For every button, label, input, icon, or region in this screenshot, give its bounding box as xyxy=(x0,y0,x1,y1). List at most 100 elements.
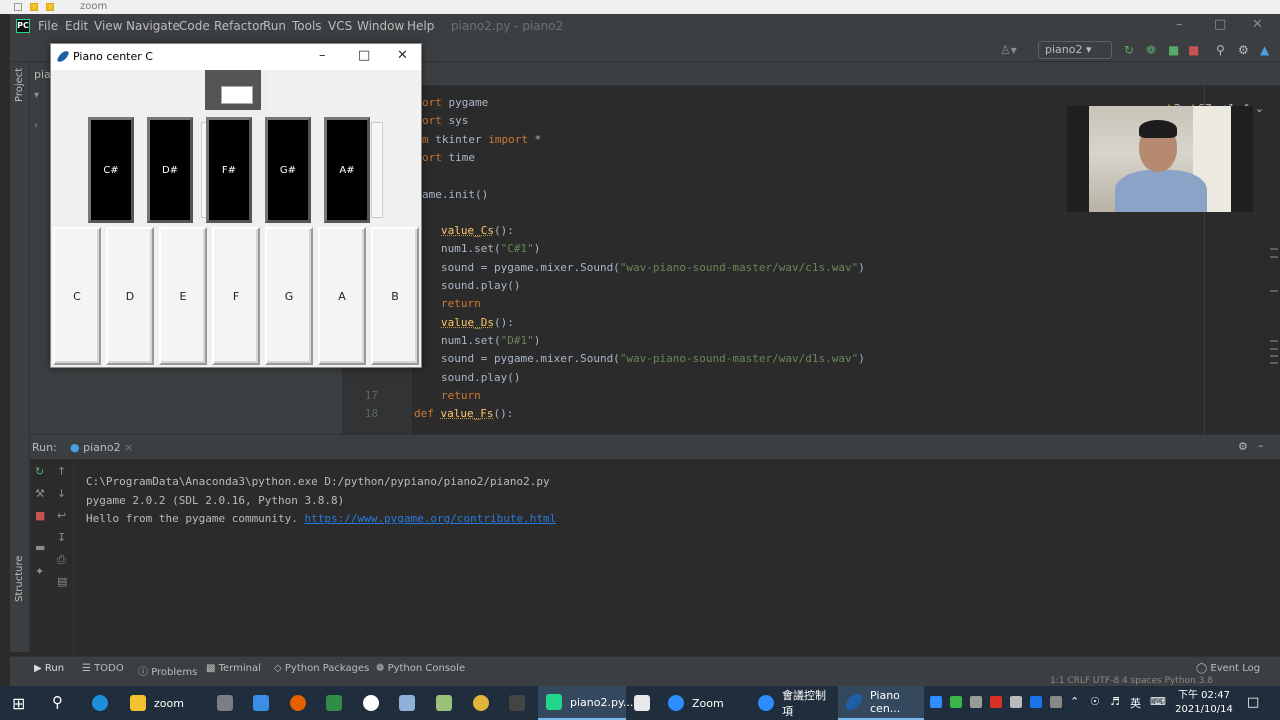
menu-refactor[interactable]: Refactor xyxy=(214,19,264,33)
taskbar-meeting-controls[interactable]: 會議控制項 xyxy=(750,686,836,720)
maximize-icon[interactable]: □ xyxy=(358,48,370,63)
key-d-sharp[interactable]: D# xyxy=(147,117,193,223)
pygame-contribute-link[interactable]: https://www.pygame.org/contribute.html xyxy=(305,512,557,525)
tray-icon[interactable] xyxy=(1010,696,1022,708)
run-config-select[interactable]: piano2 ▾ xyxy=(1038,41,1112,59)
maximize-icon[interactable]: □ xyxy=(1214,17,1226,32)
tray-icon[interactable] xyxy=(990,696,1002,708)
minimize-icon[interactable]: – xyxy=(1176,17,1183,32)
close-icon[interactable]: × xyxy=(124,441,133,454)
search-icon[interactable]: ⚲ xyxy=(52,693,63,711)
chevron-down-icon[interactable]: ▾ xyxy=(34,90,39,101)
key-e[interactable]: E xyxy=(159,227,207,365)
gear-icon[interactable]: ⚙ xyxy=(1238,43,1249,57)
keyboard-icon[interactable]: ⌨ xyxy=(1150,695,1166,708)
menu-view[interactable]: View xyxy=(94,19,122,33)
line-tray-icon[interactable] xyxy=(950,696,962,708)
key-b[interactable]: B xyxy=(371,227,419,365)
close-icon[interactable]: ✕ xyxy=(397,48,408,63)
trash-icon[interactable]: ▤ xyxy=(57,575,67,588)
taskbar-pycharm[interactable]: piano2.py... xyxy=(538,686,633,720)
coverage-icon[interactable]: ■ xyxy=(1168,43,1179,57)
menu-run[interactable]: Run xyxy=(263,19,286,33)
taskbar-zoom-folder[interactable]: zoom xyxy=(122,686,208,720)
arrow-up-icon[interactable]: ↑ xyxy=(57,465,66,478)
app-icon[interactable] xyxy=(399,695,415,711)
debug-icon[interactable]: ❁ xyxy=(1146,43,1156,57)
user-icon[interactable]: ♙▾ xyxy=(1000,43,1017,57)
gear-icon[interactable]: ⚙ xyxy=(1238,440,1248,453)
app-icon[interactable] xyxy=(253,695,269,711)
arrow-down-icon[interactable]: ↓ xyxy=(57,487,66,500)
key-a[interactable]: A xyxy=(318,227,366,365)
chevron-right-icon[interactable]: › xyxy=(34,120,38,131)
tab-problems[interactable]: ⓘ Problems xyxy=(138,663,197,678)
project-tool-button[interactable]: Project xyxy=(14,68,25,102)
edge-icon[interactable] xyxy=(92,695,108,711)
menu-tools[interactable]: Tools xyxy=(292,19,322,33)
key-g[interactable]: G xyxy=(265,227,313,365)
note-entry[interactable] xyxy=(221,86,253,104)
menu-file[interactable]: File xyxy=(38,19,58,33)
stop-icon[interactable]: ■ xyxy=(1188,43,1199,57)
app-icon[interactable] xyxy=(436,695,452,711)
wrench-icon[interactable]: ⚒ xyxy=(35,487,45,500)
scroll-to-end-icon[interactable]: ↧ xyxy=(57,531,66,544)
tab-run[interactable]: ▶ Run xyxy=(34,663,64,674)
bluetooth-icon[interactable] xyxy=(1030,696,1042,708)
spreadsheet-icon[interactable] xyxy=(326,695,342,711)
hide-icon[interactable]: – xyxy=(1258,439,1264,452)
ime-indicator[interactable]: 英 xyxy=(1130,695,1141,711)
rerun-icon[interactable]: ↻ xyxy=(35,465,44,478)
key-c-sharp[interactable]: C# xyxy=(88,117,134,223)
pin-icon[interactable]: ✦ xyxy=(35,565,44,578)
key-f-sharp[interactable]: F# xyxy=(206,117,252,223)
structure-tool-button[interactable]: Structure xyxy=(14,555,25,602)
layout-icon[interactable]: ▬ xyxy=(35,541,45,554)
print-icon[interactable]: ⎙ xyxy=(57,553,66,567)
chevron-up-icon[interactable]: ⌃ xyxy=(1070,695,1079,708)
tray-icon[interactable] xyxy=(970,696,982,708)
tab-python-packages[interactable]: ◇ Python Packages xyxy=(274,663,369,674)
key-d[interactable]: D xyxy=(106,227,154,365)
jetbrains-icon[interactable]: ▲ xyxy=(1260,43,1269,57)
search-icon[interactable]: ⚲ xyxy=(1216,43,1225,57)
taskbar-piano[interactable]: Piano cen... xyxy=(838,686,924,720)
soft-wrap-icon[interactable]: ↩ xyxy=(57,509,66,522)
taskbar-zoom[interactable]: Zoom xyxy=(660,686,748,720)
windows-start-icon[interactable]: ⊞ xyxy=(12,694,25,713)
key-a-sharp[interactable]: A# xyxy=(324,117,370,223)
menu-help[interactable]: Help xyxy=(407,19,434,33)
store-icon[interactable] xyxy=(217,695,233,711)
tab-todo[interactable]: ☰ TODO xyxy=(82,663,124,674)
run-tab-piano2[interactable]: ● piano2 × xyxy=(70,441,133,454)
wifi-icon[interactable]: ☉ xyxy=(1090,695,1100,708)
rerun-icon[interactable]: ↻ xyxy=(1124,43,1134,57)
key-f[interactable]: F xyxy=(212,227,260,365)
volume-icon[interactable]: ♬ xyxy=(1110,695,1120,708)
app-icon[interactable] xyxy=(363,695,379,711)
project-tab[interactable]: pia xyxy=(34,68,51,81)
menu-window[interactable]: Window xyxy=(357,19,404,33)
notification-icon[interactable]: □ xyxy=(1247,695,1259,710)
battery-icon[interactable] xyxy=(1050,696,1062,708)
document-icon[interactable] xyxy=(634,695,650,711)
minimize-icon[interactable]: – xyxy=(319,48,326,63)
menu-code[interactable]: Code xyxy=(179,19,210,33)
tab-terminal[interactable]: ▩ Terminal xyxy=(206,663,261,674)
close-icon[interactable]: ✕ xyxy=(1252,17,1263,32)
stop-icon[interactable]: ■ xyxy=(35,509,45,522)
menu-navigate[interactable]: Navigate xyxy=(126,19,180,33)
key-c[interactable]: C xyxy=(53,227,101,365)
clock[interactable]: 下午 02:47 2021/10/14 xyxy=(1172,689,1236,717)
chevron-down-icon[interactable]: ⌄ xyxy=(1255,102,1264,115)
menu-vcs[interactable]: VCS xyxy=(328,19,352,33)
event-log-button[interactable]: ◯ Event Log xyxy=(1196,663,1260,674)
app-icon[interactable] xyxy=(509,695,525,711)
tab-python-console[interactable]: ❁ Python Console xyxy=(376,663,465,674)
key-g-sharp[interactable]: G# xyxy=(265,117,311,223)
menu-edit[interactable]: Edit xyxy=(65,19,88,33)
chrome-icon[interactable] xyxy=(473,695,489,711)
zoom-tray-icon[interactable] xyxy=(930,696,942,708)
firefox-icon[interactable] xyxy=(290,695,306,711)
